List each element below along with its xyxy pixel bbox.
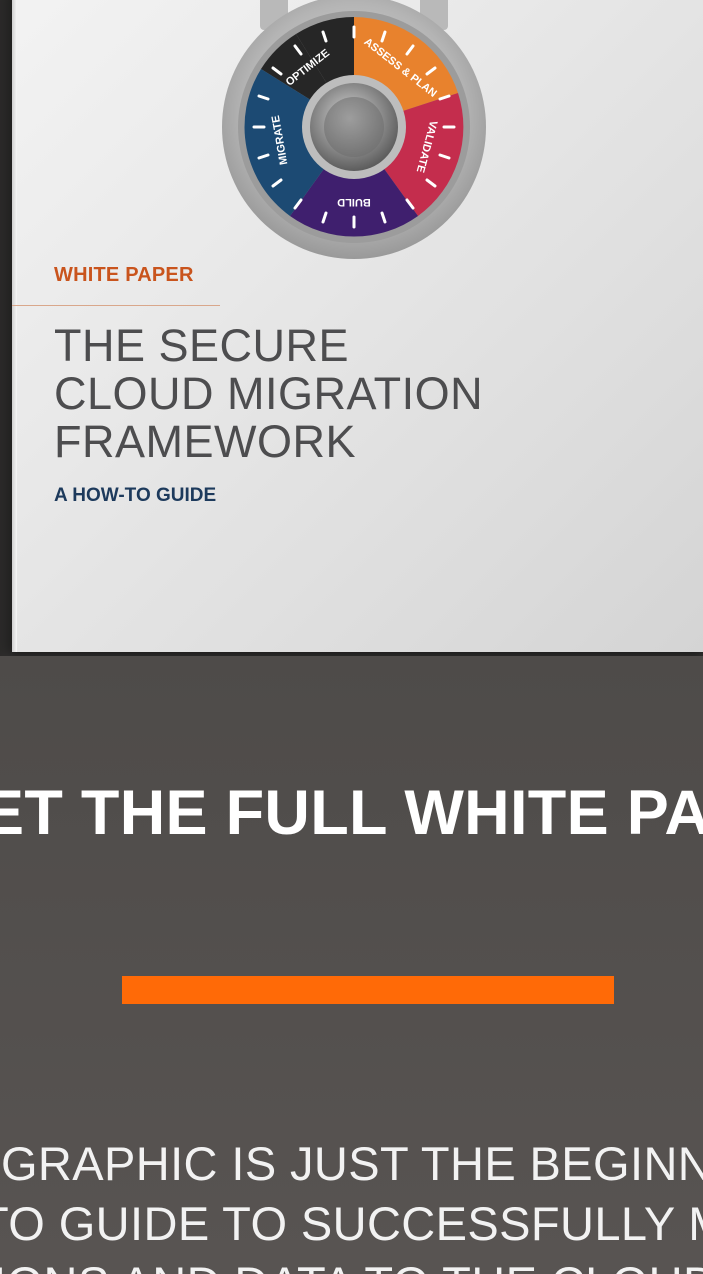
hero-image: OPTIMIZE ASSESS & PLAN VALIDATE BUILD MI…	[0, 0, 703, 660]
combination-lock-icon: OPTIMIZE ASSESS & PLAN VALIDATE BUILD MI…	[222, 0, 486, 259]
body-text-line: OGRAPHIC IS JUST THE BEGINNIN	[0, 1137, 703, 1190]
cover-title-line: CLOUD MIGRATION	[54, 368, 484, 419]
body-text-line: TIONS AND DATA TO THE CLOUD	[0, 1254, 703, 1274]
cover-subtitle: A HOW-TO GUIDE	[54, 485, 217, 506]
cover-title-line: THE SECURE	[54, 320, 350, 371]
cta-section: ET THE FULL WHITE PAP OGRAPHIC IS JUST T…	[0, 656, 703, 1274]
cta-heading: ET THE FULL WHITE PAP	[0, 778, 703, 848]
cover-title-line: FRAMEWORK	[54, 416, 356, 467]
body-text: OGRAPHIC IS JUST THE BEGINNIN -TO GUIDE …	[0, 1134, 703, 1274]
cover-title: THE SECURE CLOUD MIGRATION FRAMEWORK	[54, 322, 554, 466]
dial-label-build: BUILD	[337, 196, 371, 208]
label-divider	[12, 305, 220, 306]
download-button[interactable]	[122, 976, 614, 1004]
white-paper-label: WHITE PAPER	[54, 264, 194, 286]
cover-spine	[12, 0, 17, 652]
body-text-line: -TO GUIDE TO SUCCESSFULLY MI	[0, 1197, 703, 1250]
